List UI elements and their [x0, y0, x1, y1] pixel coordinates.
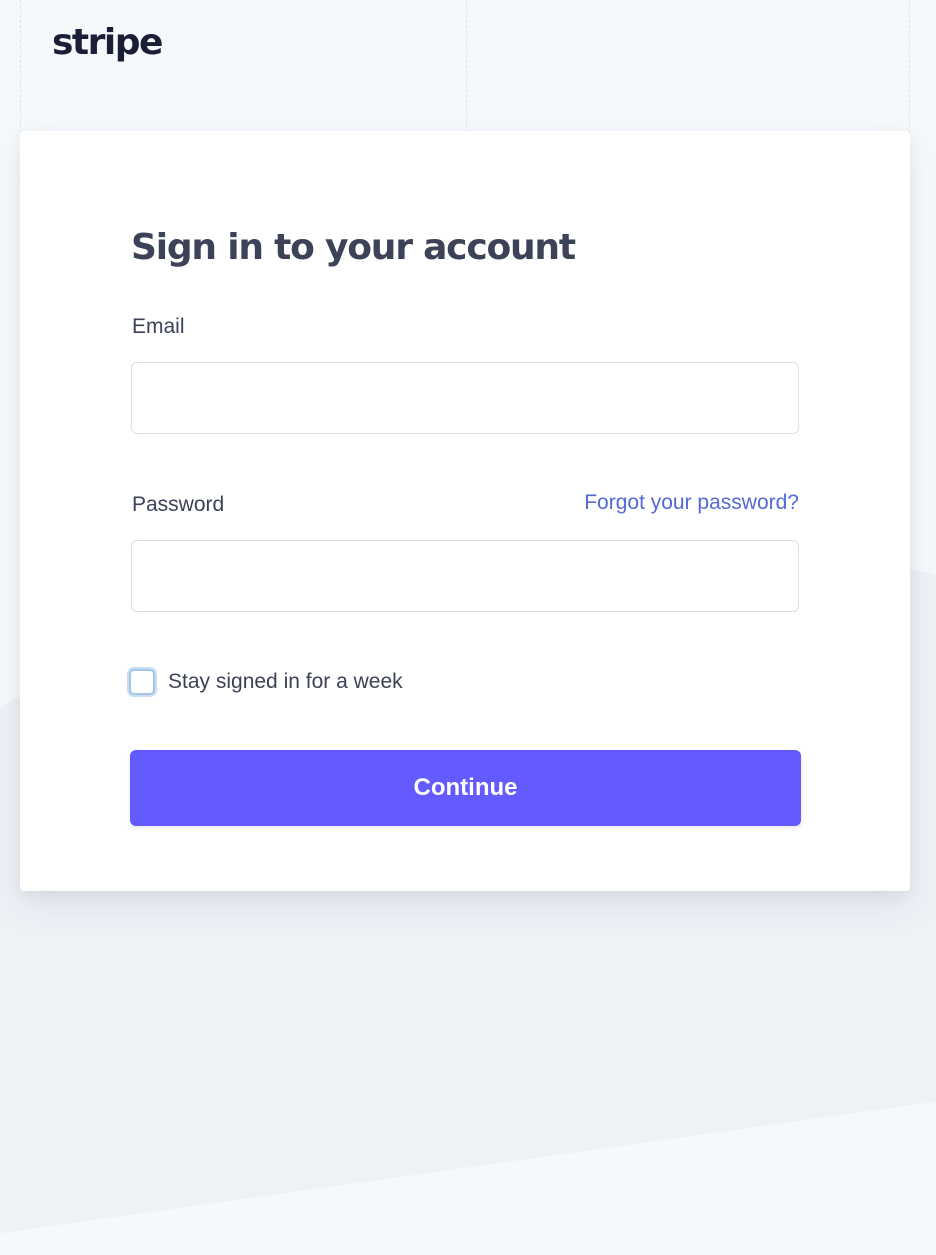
email-label: Email	[132, 315, 185, 338]
stay-signed-in-label[interactable]: Stay signed in for a week	[168, 670, 403, 694]
page-title: Sign in to your account	[131, 227, 576, 268]
stripe-logo[interactable]: stripe	[52, 22, 163, 63]
stay-signed-in-checkbox[interactable]	[129, 669, 155, 695]
forgot-password-link[interactable]: Forgot your password?	[584, 491, 799, 515]
email-field[interactable]	[131, 362, 799, 434]
password-field[interactable]	[131, 540, 799, 612]
signin-card: Sign in to your account Email Password F…	[20, 131, 910, 891]
continue-button[interactable]: Continue	[130, 750, 801, 826]
password-label: Password	[132, 493, 225, 516]
